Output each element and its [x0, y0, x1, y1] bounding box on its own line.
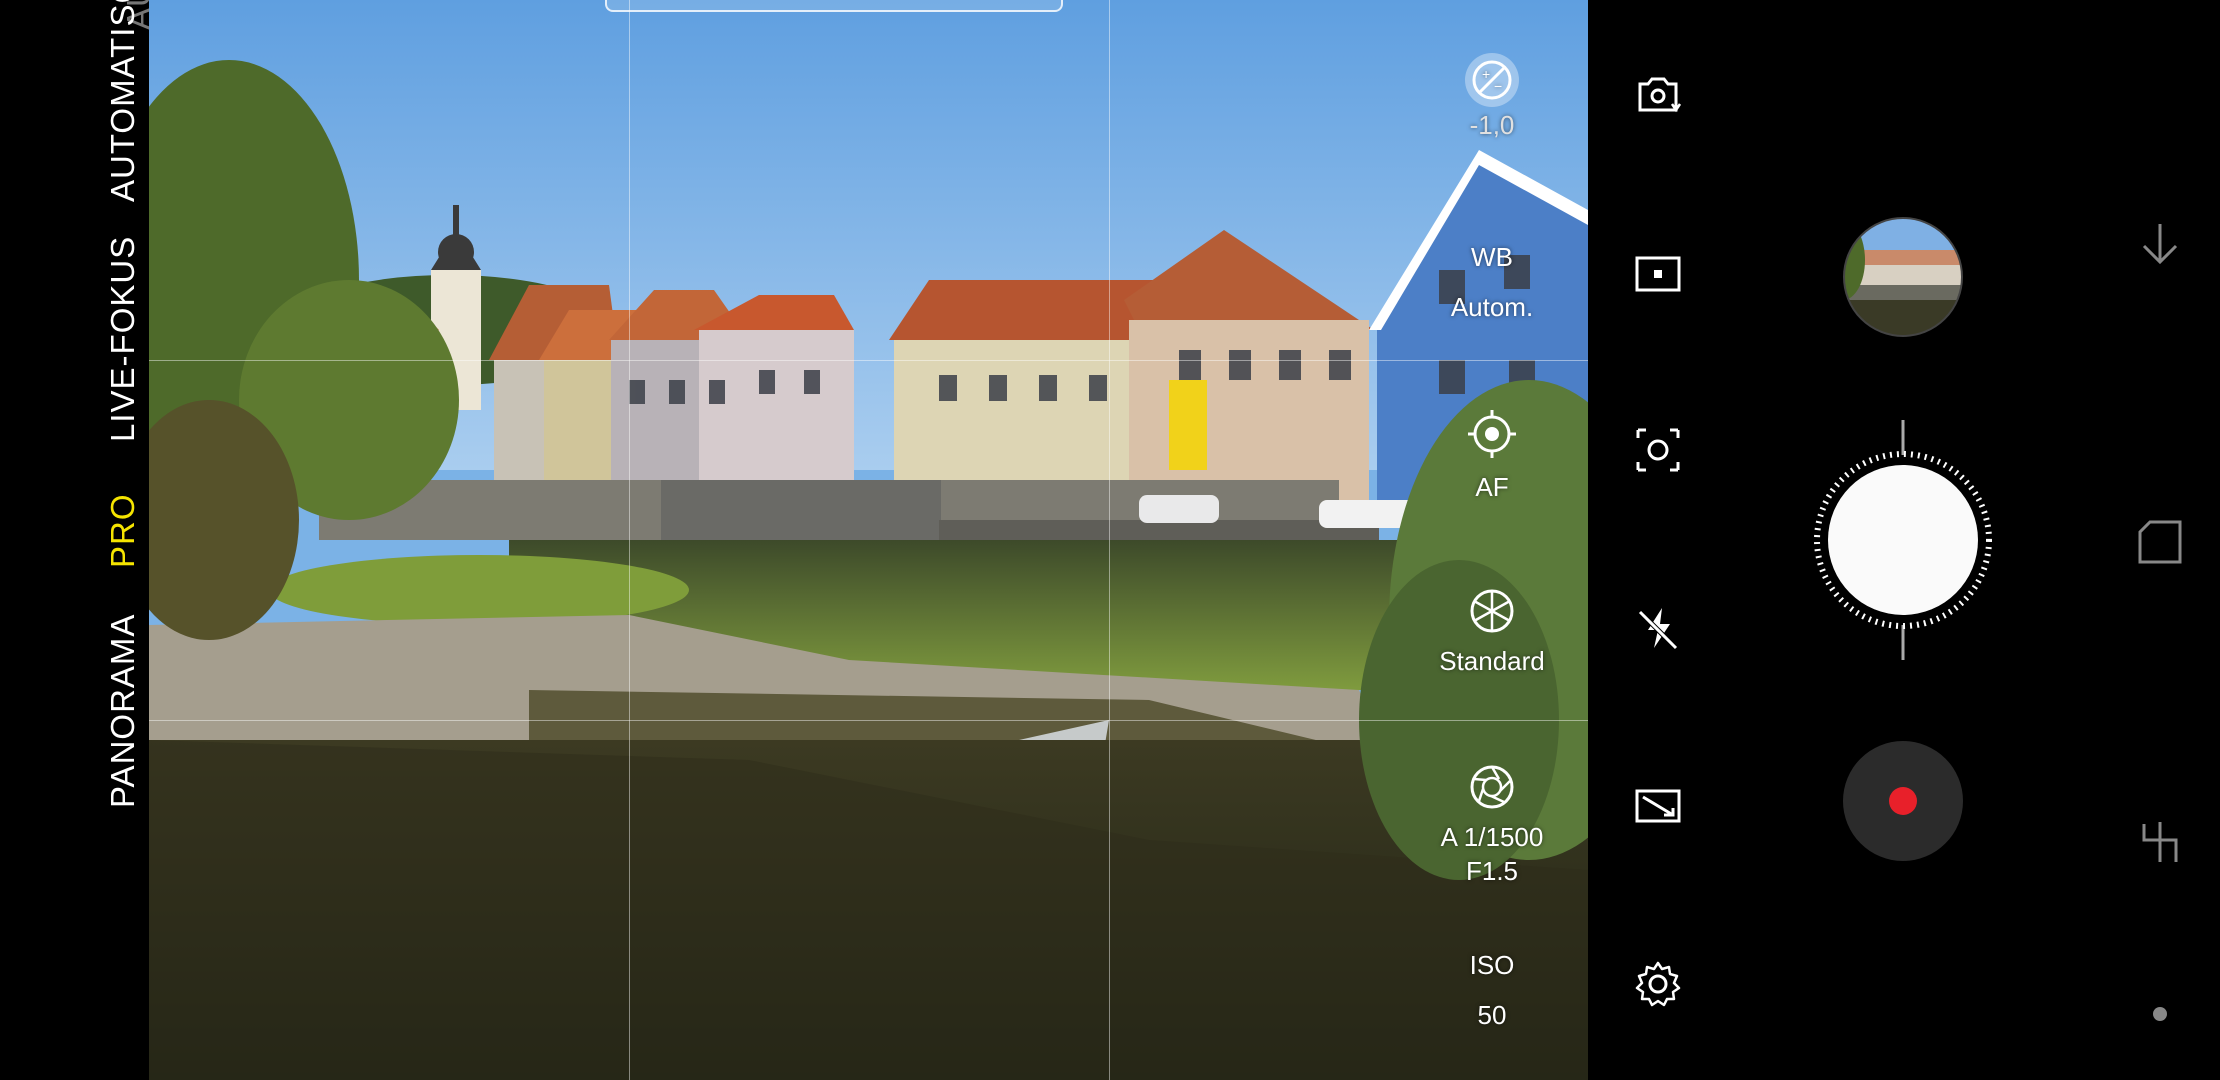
camera-viewfinder[interactable]: + − -1,0 WB Autom. AF Standard A 1/1500 … — [149, 0, 1588, 1080]
mode-panorama[interactable]: PANORAMA — [104, 614, 142, 808]
color-tone-control[interactable]: Standard — [1407, 588, 1577, 678]
navigation-bar — [2040, 0, 2220, 1080]
aperture-icon — [1470, 765, 1514, 809]
gear-icon[interactable] — [1634, 960, 1682, 1008]
mode-pro[interactable]: PRO — [104, 493, 142, 568]
shutter-aperture-control[interactable]: A 1/1500 F1.5 — [1407, 764, 1577, 888]
switch-camera-icon[interactable] — [1634, 70, 1682, 118]
svg-text:+: + — [1482, 66, 1490, 82]
exposure-value: -1,0 — [1469, 110, 1515, 140]
tone-label: Standard — [1439, 646, 1545, 676]
iso-control[interactable]: ISO 50 — [1407, 948, 1577, 1032]
scene-preview — [149, 0, 1588, 1080]
svg-text:−: − — [1494, 78, 1502, 94]
nav-back-icon[interactable] — [2136, 818, 2184, 866]
nav-recents-icon[interactable] — [2136, 518, 2184, 566]
focus-control[interactable]: AF — [1407, 410, 1577, 504]
focus-icon — [1468, 410, 1516, 458]
exposure-control[interactable]: + − -1,0 — [1407, 52, 1577, 142]
exposure-icon: + − — [1465, 53, 1519, 107]
iso-title: ISO — [1469, 950, 1515, 980]
color-tone-icon — [1470, 589, 1514, 633]
mode-live-focus[interactable]: LIVE-FOKUS — [104, 236, 142, 442]
capture-controls — [1728, 0, 2040, 1080]
white-balance-control[interactable]: WB Autom. — [1407, 240, 1577, 324]
mode-selector: AUTOMATISCH AUTOMATISCH LIVE-FOKUS PRO P… — [0, 0, 149, 1080]
shutter-button[interactable] — [1828, 465, 1978, 615]
wb-title: WB — [1471, 242, 1513, 272]
grid-line-h1 — [149, 360, 1588, 361]
chevron-down-icon[interactable] — [2136, 220, 2184, 268]
grid-line-v2 — [1109, 0, 1110, 1080]
record-dot-icon — [1889, 787, 1917, 815]
shutter-value: A 1/1500 — [1440, 822, 1544, 852]
nav-home-icon[interactable] — [2136, 990, 2184, 1038]
grid-line-v1 — [629, 0, 630, 1080]
filter-icon[interactable] — [1634, 782, 1682, 830]
aspect-ratio-icon[interactable] — [1634, 250, 1682, 298]
flash-off-icon[interactable] — [1634, 604, 1682, 652]
capture-controls-graphics — [1814, 217, 1992, 861]
aperture-value: F1.5 — [1465, 856, 1519, 886]
grid-line-h2 — [149, 720, 1588, 721]
quick-settings-column — [1588, 0, 1728, 1080]
wb-value: Autom. — [1450, 292, 1534, 322]
top-pull-handle[interactable] — [605, 0, 1063, 12]
af-label: AF — [1475, 472, 1509, 502]
iso-value: 50 — [1477, 1000, 1507, 1030]
mode-automatic[interactable]: AUTOMATISCH — [104, 0, 142, 202]
metering-icon[interactable] — [1634, 426, 1682, 474]
